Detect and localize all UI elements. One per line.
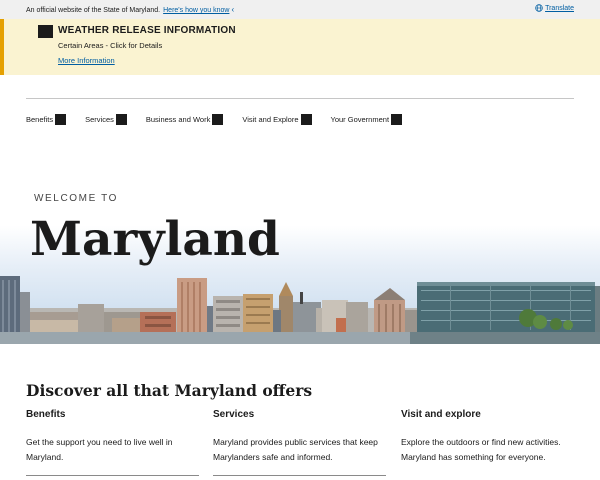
hero-eyebrow: WELCOME TO [34,193,118,204]
dropdown-icon [391,114,403,125]
discover-card-visit-and-explore[interactable]: Visit and explore Explore the outdoors o… [401,409,574,465]
dropdown-icon [300,114,312,125]
card-title[interactable]: Benefits [26,409,199,420]
nav-item-label: Services [85,115,114,124]
dropdown-icon [212,114,224,125]
translate-button[interactable]: Translate [535,4,574,12]
nav-divider [26,98,574,99]
alert-title: WEATHER RELEASE INFORMATION [58,25,236,36]
dropdown-icon [55,114,67,125]
chevron-down-icon: ‹ [231,5,235,14]
heres-how-you-know-link[interactable]: Here's how you know [163,7,229,14]
official-banner: An official website of the State of Mary… [0,0,600,19]
globe-icon [535,4,543,12]
discover-heading: Discover all that Maryland offers [26,381,313,400]
nav-item-label: Benefits [26,115,54,124]
translate-label: Translate [545,4,574,12]
card-title[interactable]: Services [213,409,386,420]
nav-item-services[interactable]: Services [85,114,127,125]
nav-item-business-and-work[interactable]: Business and Work [145,114,224,125]
main-nav: Benefits Services Business and Work Visi… [26,114,421,125]
nav-item-visit-and-explore[interactable]: Visit and Explore [242,114,312,125]
nav-item-label: Business and Work [145,115,211,124]
alert-subtitle: Certain Areas - Click for Details [58,41,163,50]
card-title[interactable]: Visit and explore [401,409,574,420]
nav-item-label: Your Government [330,115,390,124]
official-banner-text: An official website of the State of Mary… [26,7,161,14]
weather-alert[interactable]: WEATHER RELEASE INFORMATION Certain Area… [0,19,600,75]
card-text: Explore the outdoors or find new activit… [401,437,561,462]
nav-item-your-government[interactable]: Your Government [331,114,403,125]
nav-item-label: Visit and Explore [242,115,299,124]
nav-item-benefits[interactable]: Benefits [26,114,67,125]
alert-icon [38,25,53,38]
hero: WELCOME TO Maryland [0,140,600,344]
more-information-link[interactable]: More Information [58,56,115,65]
discover-card-benefits[interactable]: Benefits Get the support you need to liv… [26,409,199,476]
official-banner-text-wrap: An official website of the State of Mary… [26,5,234,14]
card-text: Maryland provides public services that k… [213,437,378,462]
discover-card-services[interactable]: Services Maryland provides public servic… [213,409,386,476]
dropdown-icon [115,114,127,125]
card-text: Get the support you need to live well in… [26,437,173,462]
card-divider [213,475,386,476]
hero-title: Maryland [30,212,280,267]
card-divider [26,475,199,476]
